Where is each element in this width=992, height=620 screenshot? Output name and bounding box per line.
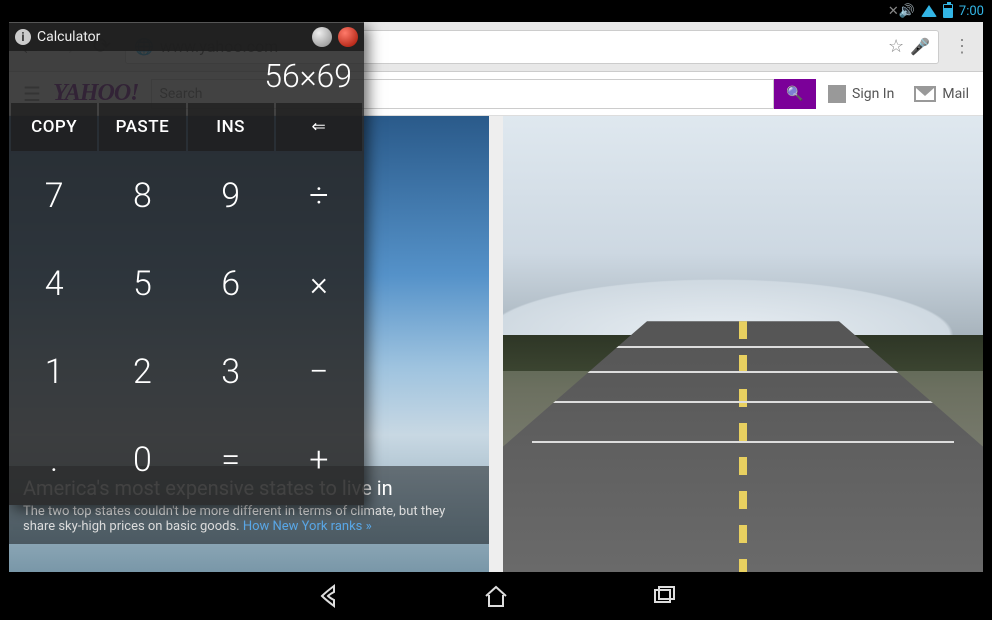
sign-in-label: Sign In [852, 86, 894, 102]
article-blurb: The two top states couldn't be more diff… [23, 504, 445, 534]
calculator-window[interactable]: i Calculator 56×69 COPY PASTE INS ⇐ 7 8 … [9, 22, 364, 505]
key-plus[interactable]: + [276, 417, 362, 503]
paste-key[interactable]: PASTE [99, 103, 185, 151]
key-9[interactable]: 9 [188, 153, 274, 239]
wifi-icon [921, 5, 937, 17]
calculator-display: 56×69 [9, 51, 364, 103]
nav-home-button[interactable] [482, 582, 510, 610]
calculator-top-row: COPY PASTE INS ⇐ [9, 103, 364, 153]
article-link[interactable]: How New York ranks » [243, 519, 372, 534]
android-nav-bar [0, 572, 992, 620]
battery-icon [943, 4, 953, 18]
mute-icon: ✕🔊 [888, 4, 915, 19]
mail-icon [914, 86, 936, 102]
nav-recents-button[interactable] [650, 582, 678, 610]
key-equals[interactable]: = [188, 417, 274, 503]
copy-key[interactable]: COPY [11, 103, 97, 151]
clock: 7:00 [959, 4, 984, 19]
bookmark-star-icon[interactable]: ☆ [888, 36, 904, 57]
key-5[interactable]: 5 [99, 241, 185, 327]
backspace-key[interactable]: ⇐ [276, 103, 362, 151]
sign-in-link[interactable]: Sign In [828, 85, 894, 103]
calculator-title: Calculator [37, 29, 100, 45]
key-0[interactable]: 0 [99, 417, 185, 503]
mail-label: Mail [942, 86, 969, 102]
ins-key[interactable]: INS [188, 103, 274, 151]
android-status-bar: ✕🔊 7:00 [0, 0, 992, 22]
search-icon: 🔍 [786, 86, 803, 102]
key-6[interactable]: 6 [188, 241, 274, 327]
browser-menu-button[interactable]: ⋮ [949, 36, 975, 57]
key-4[interactable]: 4 [11, 241, 97, 327]
key-dot[interactable]: . [11, 417, 97, 503]
key-2[interactable]: 2 [99, 329, 185, 415]
yahoo-search-button[interactable]: 🔍 [774, 79, 816, 109]
calculator-keypad: 7 8 9 ÷ 4 5 6 × 1 2 3 − . 0 = + [9, 153, 364, 505]
close-button[interactable] [338, 27, 358, 47]
article-tile-right[interactable] [503, 116, 983, 572]
calculator-titlebar[interactable]: i Calculator [9, 23, 364, 51]
key-divide[interactable]: ÷ [276, 153, 362, 239]
minimize-button[interactable] [312, 27, 332, 47]
key-minus[interactable]: − [276, 329, 362, 415]
info-icon[interactable]: i [15, 29, 31, 45]
key-3[interactable]: 3 [188, 329, 274, 415]
user-icon [828, 85, 846, 103]
key-8[interactable]: 8 [99, 153, 185, 239]
key-1[interactable]: 1 [11, 329, 97, 415]
key-7[interactable]: 7 [11, 153, 97, 239]
mail-link[interactable]: Mail [914, 86, 969, 102]
key-multiply[interactable]: × [276, 241, 362, 327]
nav-back-button[interactable] [314, 582, 342, 610]
voice-search-icon[interactable]: 🎤 [910, 37, 930, 56]
